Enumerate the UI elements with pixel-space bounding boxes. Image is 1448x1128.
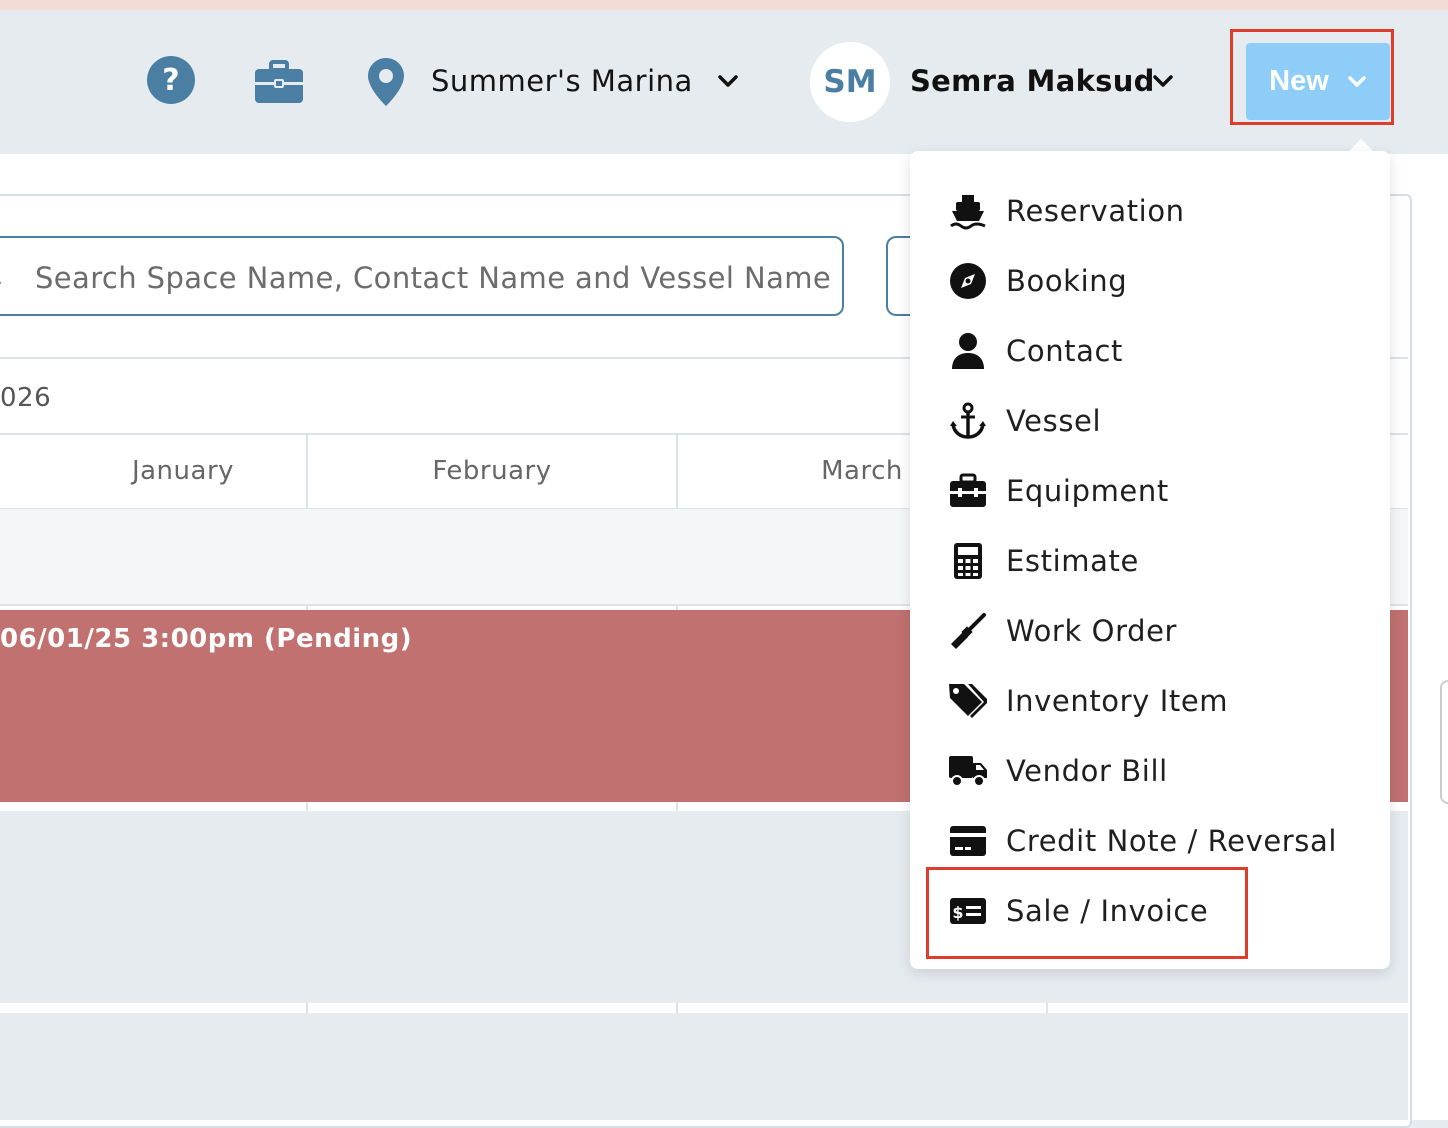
calendar-row [0,1013,1408,1120]
menu-item-reservation[interactable]: Reservation [910,176,1390,246]
side-panel-edge [1440,680,1448,804]
user-menu-name[interactable]: Semra Maksud [910,64,1155,98]
menu-item-label: Equipment [1006,474,1169,508]
search-input[interactable] [33,260,837,296]
sale-invoice-highlight [926,867,1248,959]
menu-item-inventory-item[interactable]: Inventory Item [910,666,1390,736]
truck-icon [948,751,988,791]
menu-item-label: Work Order [1006,614,1178,648]
menu-item-work-order[interactable]: Work Order [910,596,1390,666]
menu-item-equipment[interactable]: Equipment [910,456,1390,526]
search-icon [0,262,8,296]
menu-item-label: Credit Note / Reversal [1006,824,1338,858]
new-button-highlight [1230,29,1394,125]
briefcase-icon[interactable] [254,60,304,108]
year-label: 026 [0,383,52,413]
svg-text:?: ? [162,63,179,98]
menu-item-label: Vendor Bill [1006,754,1168,788]
location-pin-icon[interactable] [367,57,405,111]
calculator-icon [948,541,988,581]
menu-item-contact[interactable]: Contact [910,316,1390,386]
menu-item-credit-note[interactable]: Credit Note / Reversal [910,806,1390,876]
month-header-january: January [131,456,235,486]
location-selector-label[interactable]: Summer's Marina [431,64,693,98]
user-icon [948,331,988,371]
chevron-down-icon[interactable] [717,70,739,96]
menu-item-label: Reservation [1006,194,1185,228]
screwdriver-icon [948,611,988,651]
tags-icon [948,681,988,721]
menu-item-vessel[interactable]: Vessel [910,386,1390,456]
menu-item-label: Estimate [1006,544,1139,578]
menu-item-label: Inventory Item [1006,684,1229,718]
menu-item-label: Vessel [1006,404,1102,438]
chevron-down-icon[interactable] [1152,70,1174,96]
event-label: 06/01/25 3:00pm (Pending) [0,624,413,654]
credit-card-icon [948,821,988,861]
new-dropdown-menu: Reservation Booking Contact Vessel Equip… [910,151,1390,969]
menu-item-vendor-bill[interactable]: Vendor Bill [910,736,1390,806]
month-header-february: February [432,456,552,486]
help-icon[interactable]: ? [146,55,196,109]
anchor-icon [948,401,988,441]
avatar[interactable]: SM [810,42,890,122]
menu-item-label: Contact [1006,334,1124,368]
compass-icon [948,261,988,301]
menu-item-estimate[interactable]: Estimate [910,526,1390,596]
ship-icon [948,191,988,231]
menu-item-label: Booking [1006,264,1128,298]
menu-item-booking[interactable]: Booking [910,246,1390,316]
toolbox-icon [948,471,988,511]
